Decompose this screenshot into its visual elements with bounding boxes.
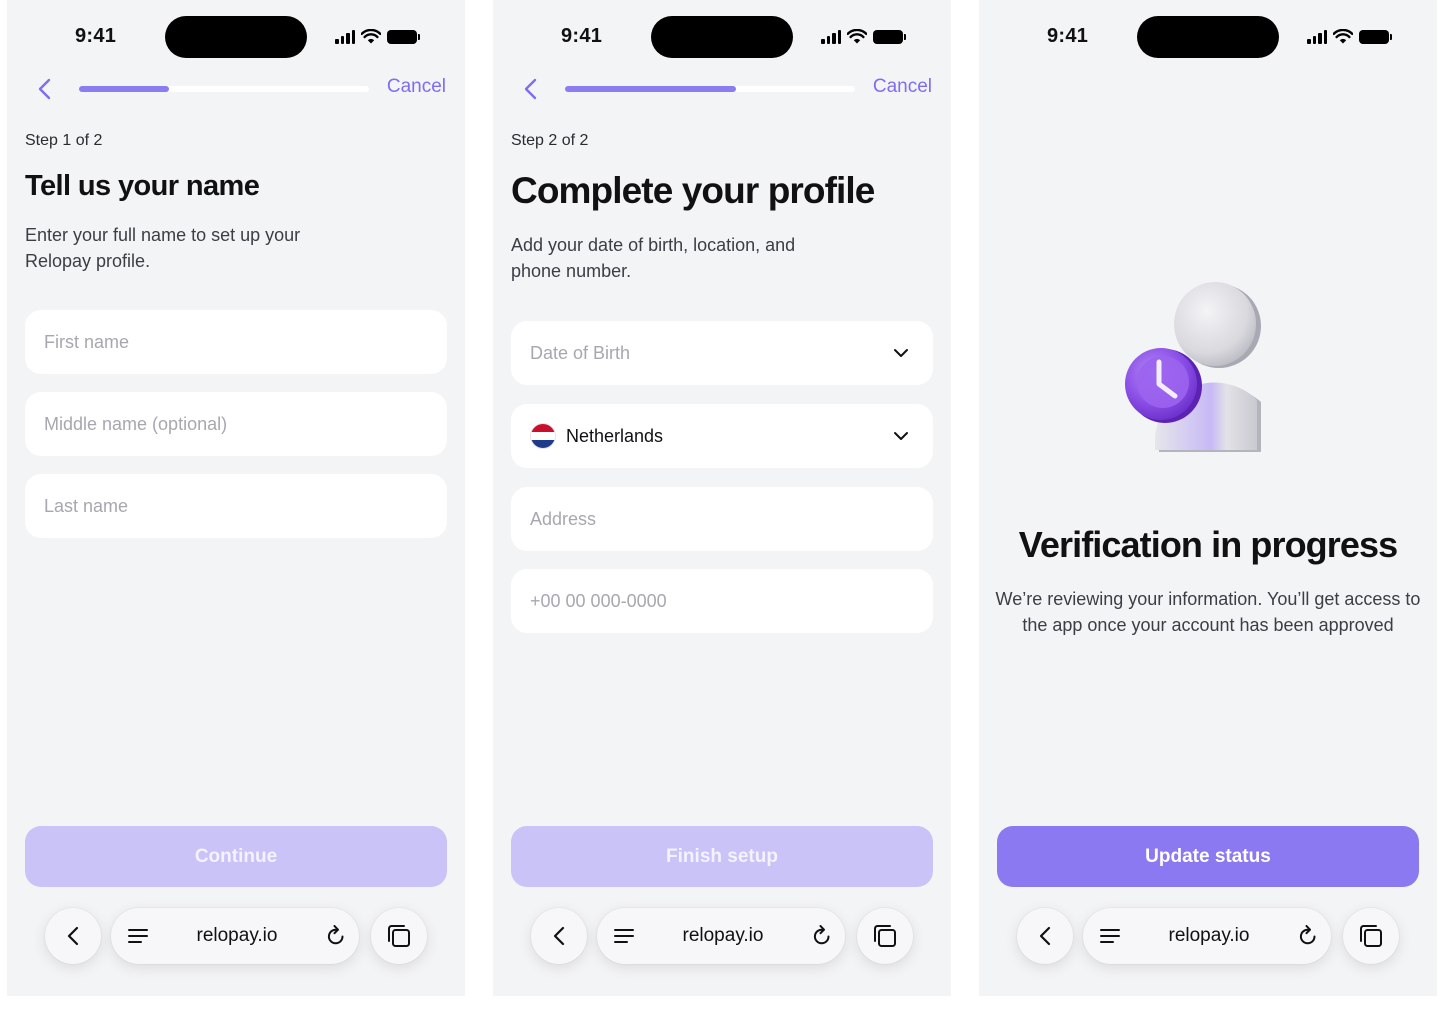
status-time: 9:41 (75, 25, 117, 47)
menu-icon[interactable] (613, 925, 635, 947)
finish-setup-button[interactable]: Finish setup (511, 826, 933, 887)
middle-name-input[interactable]: Middle name (optional) (25, 392, 447, 456)
chevron-left-icon (1039, 926, 1051, 946)
cancel-link[interactable]: Cancel (387, 76, 446, 98)
browser-back-button[interactable] (1017, 908, 1073, 964)
progress-fill (79, 86, 169, 92)
cancel-link[interactable]: Cancel (873, 76, 932, 98)
reload-icon[interactable] (325, 925, 347, 947)
date-of-birth-select[interactable]: Date of Birth (511, 321, 933, 385)
battery-icon (1359, 29, 1392, 44)
battery-icon (873, 29, 906, 44)
browser-toolbar: relopay.io (1017, 908, 1401, 966)
user-pending-illustration (1125, 282, 1261, 452)
page-subtitle: Enter your full name to set up your Relo… (25, 225, 301, 271)
status-time: 9:41 (1047, 25, 1089, 47)
wifi-icon (847, 29, 867, 44)
menu-icon[interactable] (1099, 925, 1121, 947)
menu-icon[interactable] (127, 925, 149, 947)
chevron-down-icon (894, 349, 908, 357)
url-text[interactable]: relopay.io (1169, 925, 1250, 947)
wifi-icon (361, 29, 381, 44)
wifi-icon (1333, 29, 1353, 44)
tabs-icon (874, 925, 896, 947)
screen-verification: 9:41 Verification in progress We’re revi… (979, 0, 1437, 996)
continue-button[interactable]: Continue (25, 826, 447, 887)
page-title: Verification in progress (1018, 524, 1398, 565)
status-icons (821, 29, 906, 44)
page-subtitle: Add your date of birth, location, and ph… (511, 235, 796, 281)
progress-bar (565, 86, 855, 92)
country-select[interactable]: Netherlands (511, 404, 933, 468)
screen-profile-step: 9:41 Cancel Step 2 of 2 Complete your pr… (493, 0, 951, 996)
address-bar[interactable]: relopay.io (1083, 908, 1331, 964)
last-name-input[interactable]: Last name (25, 474, 447, 538)
tabs-button[interactable] (371, 908, 427, 964)
progress-fill (565, 86, 737, 92)
chevron-left-icon (67, 926, 79, 946)
battery-icon (387, 29, 420, 44)
back-button[interactable] (31, 76, 57, 102)
chevron-down-icon (894, 432, 908, 440)
reload-icon[interactable] (811, 925, 833, 947)
chevron-left-icon (524, 78, 537, 100)
first-name-input[interactable]: First name (25, 310, 447, 374)
page-title: Complete your profile (511, 170, 875, 211)
signal-icon (1307, 29, 1327, 44)
page-title: Tell us your name (25, 170, 260, 202)
browser-toolbar: relopay.io (531, 908, 915, 966)
address-bar[interactable]: relopay.io (597, 908, 845, 964)
browser-back-button[interactable] (45, 908, 101, 964)
netherlands-flag-icon (530, 423, 556, 449)
progress-bar (79, 86, 369, 92)
url-text[interactable]: relopay.io (197, 925, 278, 947)
page-description: We’re reviewing your information. You’ll… (995, 589, 1421, 635)
country-value: Netherlands (566, 425, 664, 446)
step-label: Step 1 of 2 (25, 132, 103, 149)
update-status-button[interactable]: Update status (997, 826, 1419, 887)
browser-toolbar: relopay.io (45, 908, 429, 966)
chevron-left-icon (38, 78, 51, 100)
reload-icon[interactable] (1297, 925, 1319, 947)
dynamic-island (1137, 16, 1279, 58)
back-button[interactable] (517, 76, 543, 102)
tabs-button[interactable] (1343, 908, 1399, 964)
address-bar[interactable]: relopay.io (111, 908, 359, 964)
tabs-icon (1360, 925, 1382, 947)
screen-name-step: 9:41 Cancel Step 1 of 2 Tell us your nam… (7, 0, 465, 996)
status-icons (335, 29, 420, 44)
dynamic-island (651, 16, 793, 58)
signal-icon (821, 29, 841, 44)
dynamic-island (165, 16, 307, 58)
url-text[interactable]: relopay.io (683, 925, 764, 947)
chevron-left-icon (553, 926, 565, 946)
phone-input[interactable]: +00 00 000-0000 (511, 569, 933, 633)
status-icons (1307, 29, 1392, 44)
signal-icon (335, 29, 355, 44)
date-of-birth-placeholder: Date of Birth (530, 342, 631, 363)
tabs-icon (388, 925, 410, 947)
step-label: Step 2 of 2 (511, 132, 589, 149)
tabs-button[interactable] (857, 908, 913, 964)
browser-back-button[interactable] (531, 908, 587, 964)
status-time: 9:41 (561, 25, 603, 47)
address-input[interactable]: Address (511, 487, 933, 551)
